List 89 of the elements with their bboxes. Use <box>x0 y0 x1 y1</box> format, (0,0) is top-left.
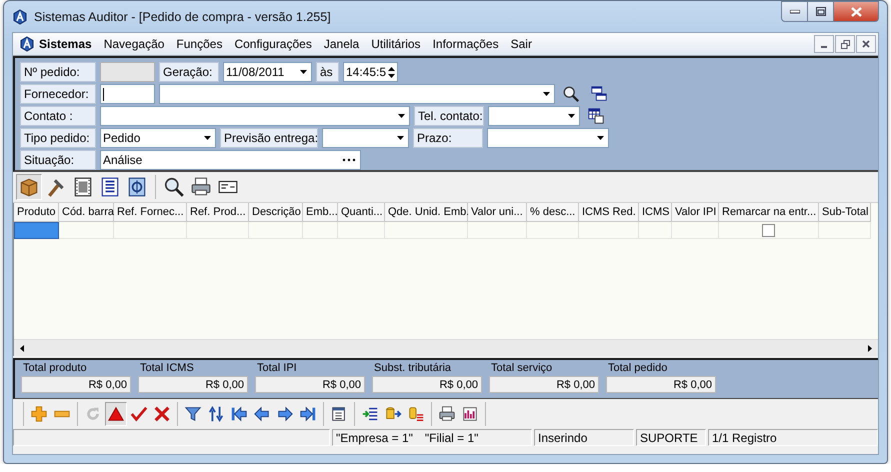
column-header[interactable]: Qde. Unid. Emb. <box>385 203 468 222</box>
dropdown-field[interactable] <box>100 106 410 126</box>
column-header[interactable]: Ref. Prod... <box>187 203 249 222</box>
restore-icon <box>840 40 850 48</box>
down-arrow-icon[interactable] <box>388 74 396 78</box>
maximize-button[interactable] <box>808 1 834 22</box>
maximize-icon <box>816 7 826 16</box>
column-header[interactable]: Produto <box>14 203 59 222</box>
status-text: "Filial = 1" <box>424 431 478 444</box>
field-label: Nº pedido: <box>20 62 96 82</box>
caret-icon[interactable] <box>596 136 604 140</box>
column-header[interactable]: % desc... <box>527 203 579 222</box>
field-label: Previsão entrega: <box>220 128 318 148</box>
total-value: R$ 0,00 <box>372 376 482 393</box>
total-label: Total produto <box>22 362 88 376</box>
up-arrow-icon[interactable] <box>388 66 396 70</box>
checkbox[interactable] <box>762 224 775 236</box>
window-title: Sistemas Auditor - [Pedido de compra - versão 1.255] <box>34 10 332 24</box>
column-header[interactable]: ICMS <box>639 203 672 222</box>
dropdown-field[interactable]: Pedido <box>100 128 216 148</box>
status-text: "Empresa = 1" <box>336 431 413 444</box>
menu-item[interactable]: Sistemas <box>17 36 98 52</box>
column-header[interactable]: Sub-Total <box>819 203 871 222</box>
time-field[interactable]: 14:45:5 <box>343 62 398 82</box>
right-arrow-icon <box>868 344 872 352</box>
menu-item[interactable]: Informações <box>426 37 505 51</box>
column-header[interactable]: Quanti... <box>338 203 385 222</box>
dropdown-field[interactable] <box>322 128 409 148</box>
close-icon <box>862 40 870 48</box>
menu-item[interactable]: Navegação <box>98 37 170 51</box>
column-header[interactable]: Ref. Fornec... <box>114 203 187 222</box>
total-value: R$ 0,00 <box>21 376 131 393</box>
app-logo-icon <box>19 36 35 52</box>
total-value: R$ 0,00 <box>138 376 248 393</box>
menu-item[interactable]: Funções <box>170 37 228 51</box>
input-field[interactable] <box>100 84 155 104</box>
close-button[interactable] <box>834 1 879 22</box>
box-icon[interactable] <box>16 174 42 200</box>
left-arrow-icon <box>20 344 24 352</box>
menu-item[interactable]: Janela <box>318 37 366 51</box>
field-label: Tipo pedido: <box>20 128 96 148</box>
total-label: Total pedido <box>607 362 668 376</box>
caret-icon[interactable] <box>398 114 404 118</box>
ellipsis-icon[interactable] <box>342 158 356 162</box>
close-icon <box>850 6 862 16</box>
column-header[interactable]: Valor uni... <box>468 203 527 222</box>
dropdown-field[interactable] <box>159 84 555 104</box>
total-value: R$ 0,00 <box>606 376 716 393</box>
total-value: R$ 0,00 <box>489 376 599 393</box>
column-header[interactable]: Emb... <box>303 203 338 222</box>
dropdown-field[interactable] <box>488 106 580 126</box>
column-header[interactable]: Valor IPI <box>672 203 719 222</box>
total-value: R$ 0,00 <box>255 376 365 393</box>
menu-item[interactable]: Utilitários <box>365 37 427 51</box>
menu-item[interactable]: Configurações <box>228 37 318 51</box>
caret-icon[interactable] <box>542 92 550 96</box>
caret-icon[interactable] <box>396 136 404 140</box>
caret-icon[interactable] <box>568 114 574 118</box>
restore-button[interactable] <box>835 35 855 53</box>
dropdown-field[interactable] <box>487 128 609 148</box>
lookup-field[interactable]: Análise <box>100 150 361 170</box>
table-cell[interactable] <box>14 222 59 239</box>
total-label: Total ICMS <box>139 362 195 376</box>
status-text: Inserindo <box>538 431 588 444</box>
close-button[interactable] <box>856 35 876 53</box>
caret-icon[interactable] <box>204 136 210 140</box>
minimize-button[interactable] <box>781 1 808 22</box>
field-label: Tel. contato: <box>414 106 484 126</box>
menu-item[interactable]: Sair <box>504 37 538 51</box>
minimize-icon <box>790 10 800 14</box>
status-text: 1/1 Registro <box>712 431 777 444</box>
app-logo-icon <box>12 8 28 24</box>
column-header[interactable]: Remarcar na entr... <box>719 203 819 222</box>
field-label: às <box>316 62 339 82</box>
dropdown-field[interactable]: 11/08/2011 <box>223 62 312 82</box>
column-header[interactable]: ICMS Red. <box>579 203 639 222</box>
total-label: Total IPI <box>256 362 298 376</box>
status-text: SUPORTE <box>640 431 698 444</box>
field-label: Prazo: <box>413 128 483 148</box>
minimize-button[interactable] <box>814 35 834 53</box>
total-label: Total serviço <box>490 362 554 376</box>
field-label: Fornecedor: <box>20 84 96 104</box>
column-header[interactable]: Descrição <box>249 203 303 222</box>
total-label: Subst. tributária <box>373 362 452 376</box>
field-label: Geração: <box>159 62 219 82</box>
column-header[interactable]: Cód. barra <box>59 203 114 222</box>
field-label: Situação: <box>20 150 96 170</box>
caret-icon[interactable] <box>300 70 306 74</box>
field-label: Contato : <box>20 106 96 126</box>
